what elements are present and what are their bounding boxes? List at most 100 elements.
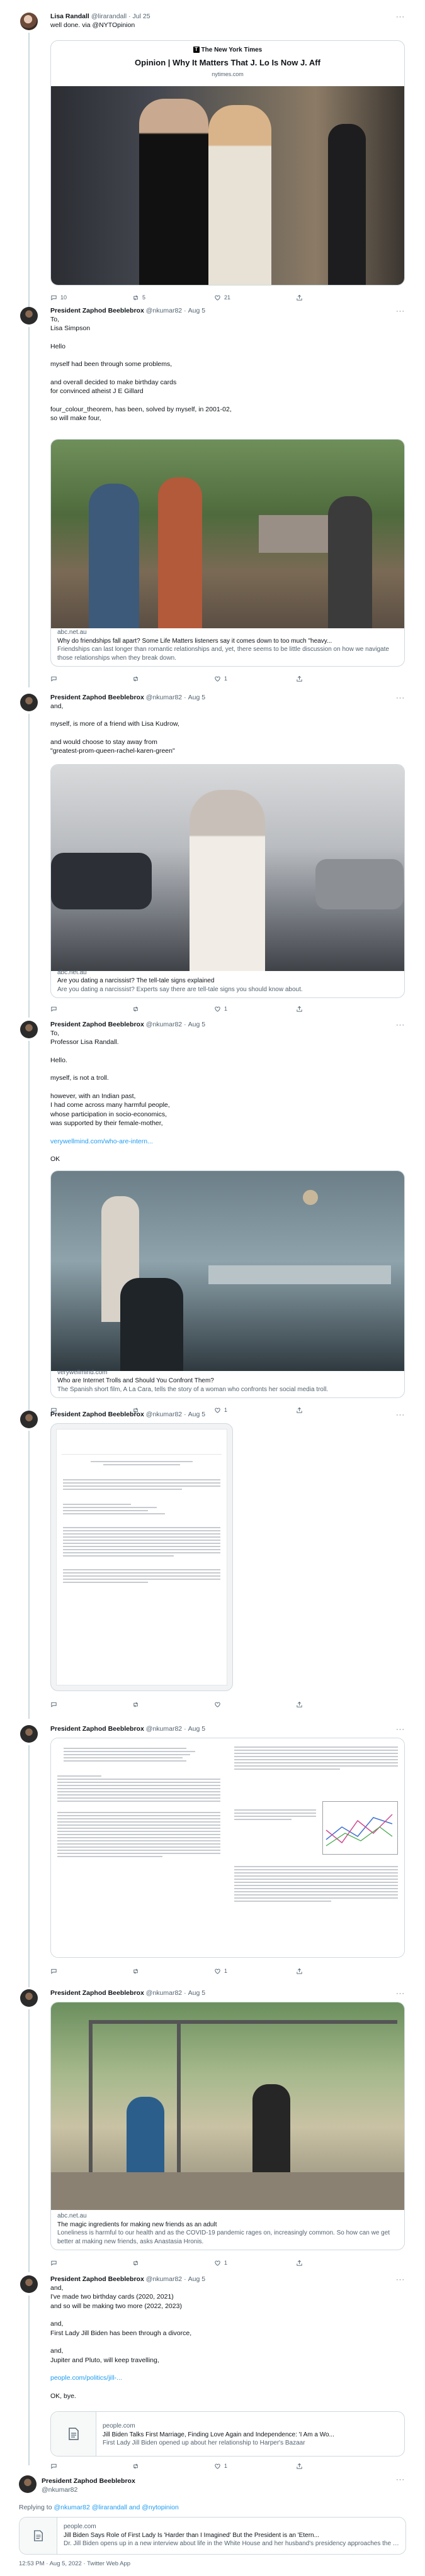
- more-icon[interactable]: ···: [396, 307, 405, 316]
- retweet-icon: [133, 1702, 138, 1707]
- reply-button[interactable]: [50, 674, 132, 683]
- author-name[interactable]: Lisa Randall: [50, 12, 89, 21]
- share-button[interactable]: [296, 1700, 378, 1709]
- author-handle[interactable]: @nkumar82: [42, 2485, 77, 2494]
- avatar[interactable]: [20, 1725, 38, 1743]
- link-card[interactable]: T The New York Times Opinion | Why It Ma…: [50, 40, 405, 286]
- tweet-date[interactable]: Aug 5: [188, 693, 205, 702]
- document-image: [51, 1738, 228, 1957]
- tweet-date[interactable]: Jul 25: [133, 12, 150, 21]
- share-button[interactable]: [296, 2258, 378, 2267]
- more-icon[interactable]: ···: [396, 1021, 405, 1030]
- tweet-link[interactable]: people.com/politics/jill-...: [50, 2373, 405, 2382]
- link-card[interactable]: abc.net.au Why do friendships fall apart…: [50, 439, 405, 667]
- author-name[interactable]: President Zaphod Beeblebrox: [50, 1724, 144, 1733]
- author-handle[interactable]: @nkumar82: [146, 306, 182, 315]
- author-name[interactable]: President Zaphod Beeblebrox: [50, 1989, 144, 1997]
- tweet-photo[interactable]: [50, 1423, 233, 1691]
- tweet-date[interactable]: Aug 5: [188, 1020, 205, 1029]
- avatar[interactable]: [20, 1021, 38, 1038]
- more-icon[interactable]: ···: [396, 2275, 405, 2285]
- author-handle[interactable]: @nkumar82: [146, 1724, 182, 1733]
- retweet-button[interactable]: [132, 1967, 214, 1975]
- share-button[interactable]: [296, 293, 378, 302]
- author-handle[interactable]: @nkumar82: [146, 1020, 182, 1029]
- share-icon: [297, 1006, 302, 1012]
- avatar[interactable]: [20, 2275, 38, 2293]
- tweet-date[interactable]: Aug 5: [188, 1724, 205, 1733]
- share-button[interactable]: [296, 2462, 378, 2470]
- author-name[interactable]: President Zaphod Beeblebrox: [50, 1410, 144, 1419]
- reply-button[interactable]: 10: [50, 293, 132, 302]
- main-tweet[interactable]: President Zaphod Beeblebrox @nkumar82 ··…: [0, 2475, 425, 2570]
- author-handle[interactable]: @nkumar82: [146, 693, 182, 702]
- retweet-button[interactable]: [132, 2258, 214, 2267]
- card-description: The Spanish short film, A La Cara, tells…: [57, 1385, 329, 1393]
- retweet-button[interactable]: [132, 2462, 214, 2470]
- avatar[interactable]: [20, 1411, 38, 1428]
- reply-button[interactable]: [50, 2462, 132, 2470]
- tweet-date[interactable]: Aug 5: [188, 306, 205, 315]
- avatar[interactable]: [20, 694, 38, 711]
- retweet-button[interactable]: [132, 1004, 214, 1013]
- avatar[interactable]: [20, 1989, 38, 2007]
- author-name[interactable]: President Zaphod Beeblebrox: [50, 1020, 144, 1029]
- reply-button[interactable]: [50, 1700, 132, 1709]
- author-handle[interactable]: @nkumar82: [146, 1989, 182, 1997]
- share-button[interactable]: [296, 674, 378, 683]
- author-name[interactable]: President Zaphod Beeblebrox: [50, 693, 144, 702]
- avatar[interactable]: [20, 307, 38, 325]
- author-name[interactable]: President Zaphod Beeblebrox: [50, 2275, 144, 2284]
- share-button[interactable]: [296, 1004, 378, 1013]
- more-icon[interactable]: ···: [396, 1989, 405, 1999]
- link-card[interactable]: people.com Jill Biden Says Role of First…: [19, 2517, 406, 2555]
- retweet-button[interactable]: [132, 1700, 214, 1709]
- like-button[interactable]: 21: [214, 293, 296, 302]
- reply-button[interactable]: [50, 1967, 132, 1975]
- more-icon[interactable]: ···: [396, 1411, 405, 1420]
- card-domain: verywellmind.com: [57, 1368, 108, 1376]
- like-button[interactable]: 1: [214, 674, 296, 683]
- more-icon[interactable]: ···: [396, 2475, 405, 2485]
- link-card[interactable]: abc.net.au The magic ingredients for mak…: [50, 2002, 405, 2250]
- avatar[interactable]: [20, 13, 38, 30]
- link-card[interactable]: abc.net.au Are you dating a narcissist? …: [50, 764, 405, 998]
- tweet-date[interactable]: Aug 5: [188, 2275, 205, 2284]
- link-card-icon: [51, 2412, 96, 2456]
- author-handle[interactable]: @nkumar82: [146, 2275, 182, 2284]
- author-handle[interactable]: @nkumar82: [146, 1410, 182, 1419]
- card-title: Jill Biden Says Role of First Lady Is 'H…: [64, 2531, 319, 2539]
- more-icon[interactable]: ···: [396, 13, 405, 22]
- like-button[interactable]: [214, 1700, 296, 1709]
- like-button[interactable]: 1: [214, 2462, 296, 2470]
- more-icon[interactable]: ···: [396, 1725, 405, 1735]
- link-card[interactable]: verywellmind.com Who are Internet Trolls…: [50, 1170, 405, 1398]
- more-icon[interactable]: ···: [396, 694, 405, 703]
- share-icon: [297, 2463, 302, 2469]
- like-button[interactable]: 1: [214, 1967, 296, 1975]
- like-button[interactable]: 1: [214, 2258, 296, 2267]
- reply-button[interactable]: [50, 2258, 132, 2267]
- link-card[interactable]: people.com Jill Biden Talks First Marria…: [50, 2411, 405, 2457]
- author-handle[interactable]: @lirarandall: [91, 12, 127, 21]
- like-button[interactable]: 1: [214, 1004, 296, 1013]
- share-button[interactable]: [296, 1967, 378, 1975]
- tweet-timestamp[interactable]: 12:53 PM · Aug 5, 2022 · Twitter Web App: [19, 2560, 406, 2568]
- tweet-photo-grid[interactable]: [50, 1738, 405, 1958]
- share-icon: [297, 294, 302, 301]
- retweet-button[interactable]: 5: [132, 293, 214, 302]
- tweet-header: President Zaphod Beeblebrox @nkumar82 · …: [50, 1020, 206, 1029]
- author-name[interactable]: President Zaphod Beeblebrox: [42, 2477, 135, 2485]
- retweet-button[interactable]: [132, 674, 214, 683]
- tweet-date[interactable]: Aug 5: [188, 1410, 205, 1419]
- card-domain: abc.net.au: [57, 2212, 87, 2219]
- avatar[interactable]: [19, 2475, 37, 2493]
- tweet-link[interactable]: verywellmind.com/who-are-intern...: [50, 1137, 405, 1146]
- document-image: [56, 1429, 227, 1685]
- reply-icon: [51, 1702, 57, 1707]
- author-name[interactable]: President Zaphod Beeblebrox: [50, 306, 144, 315]
- replying-to-users[interactable]: @nkumar82 @lirarandall and @nytopinion: [54, 2504, 178, 2511]
- replying-to: Replying to @nkumar82 @lirarandall and @…: [19, 2504, 179, 2511]
- tweet-date[interactable]: Aug 5: [188, 1989, 205, 1997]
- reply-button[interactable]: [50, 1004, 132, 1013]
